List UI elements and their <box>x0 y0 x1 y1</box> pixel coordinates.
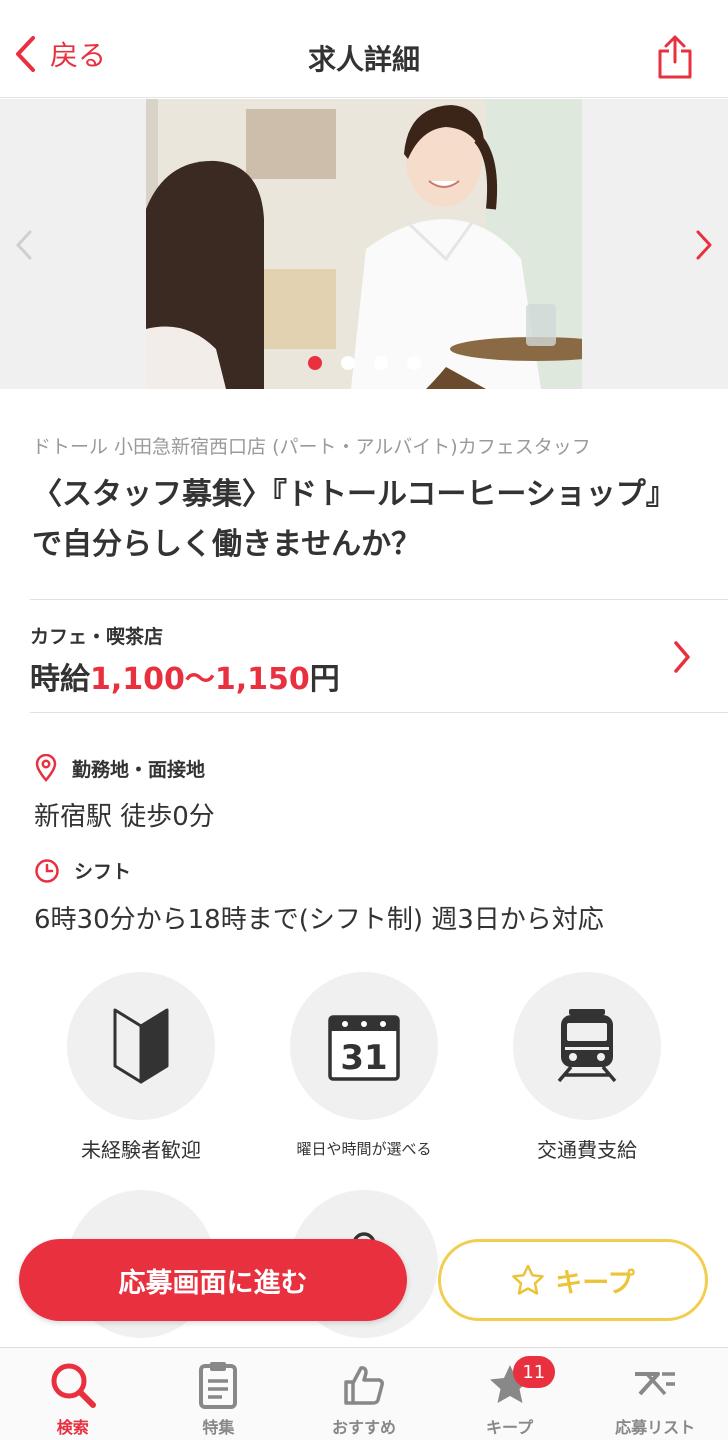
wage-amount: 1,100〜1,150 <box>90 662 310 697</box>
wage-suffix: 円 <box>309 662 340 697</box>
share-button[interactable] <box>656 34 694 84</box>
calendar-icon: 31 <box>328 1015 400 1081</box>
wage-prefix: 時給 <box>30 662 90 697</box>
tab-features[interactable]: 特集 <box>146 1348 292 1440</box>
feature-label: 未経験者歓迎 <box>81 1138 201 1162</box>
shift-label-text: シフト <box>74 861 132 883</box>
tab-label: 特集 <box>202 1418 235 1437</box>
wage-text: 時給1,100〜1,150円 <box>30 654 340 698</box>
feature-flexible-schedule: 31 曜日や時間が選べる <box>290 972 438 1159</box>
location-value: 新宿駅 徒歩0分 <box>34 802 215 832</box>
tab-recommended[interactable]: おすすめ <box>291 1348 437 1440</box>
apply-button[interactable]: 応募画面に進む <box>19 1239 407 1321</box>
wage-section[interactable]: カフェ・喫茶店 時給1,100〜1,150円 <box>30 599 728 713</box>
train-icon <box>557 1009 617 1083</box>
carousel-dot[interactable] <box>341 356 355 370</box>
page-title: 求人詳細 <box>307 43 420 76</box>
shift-value: 6時30分から18時まで(シフト制) 週3日から対応 <box>34 905 604 935</box>
tab-keep[interactable]: キープ 11 <box>437 1348 583 1440</box>
tab-label: おすすめ <box>331 1418 396 1437</box>
feature-beginner-welcome: 未経験者歓迎 <box>67 972 215 1163</box>
feature-transport-paid: 交通費支給 <box>513 972 661 1163</box>
job-headline: 〈スタッフ募集〉『ドトールコーヒーショップ』で自分らしく働きませんか？ <box>32 477 676 562</box>
clock-icon <box>35 858 59 883</box>
thumbs-up-icon <box>344 1366 384 1405</box>
apply-list-icon <box>635 1372 676 1396</box>
feature-label: 曜日や時間が選べる <box>296 1140 432 1158</box>
star-outline-icon <box>512 1264 545 1295</box>
location-label: 勤務地・面接地 <box>34 754 205 782</box>
job-category: カフェ・喫茶店 <box>30 626 164 648</box>
keep-count-badge: 11 <box>512 1356 555 1388</box>
carousel-pagination <box>308 356 421 370</box>
carousel-dot[interactable] <box>407 356 421 370</box>
beginner-mark-icon <box>113 1008 169 1084</box>
photo-carousel[interactable] <box>0 99 728 389</box>
shift-label: シフト <box>34 857 131 884</box>
company-name: ドトール 小田急新宿西口店 (パート・アルバイト)カフェスタッフ <box>32 436 591 458</box>
calendar-day: 31 <box>340 1038 387 1078</box>
location-pin-icon <box>35 754 57 782</box>
carousel-prev-icon[interactable] <box>14 229 34 261</box>
share-icon <box>658 35 692 79</box>
tab-search[interactable]: 検索 <box>0 1348 146 1440</box>
feature-label: 交通費支給 <box>537 1138 637 1162</box>
job-photo <box>146 99 582 389</box>
search-icon <box>51 1363 96 1408</box>
bottom-tab-bar: 検索 特集 おすすめ キープ 11 応募リスト <box>0 1347 728 1440</box>
carousel-next-icon[interactable] <box>694 229 714 261</box>
nav-header: 戻る 求人詳細 <box>0 0 728 98</box>
tab-label: キープ <box>486 1418 534 1437</box>
location-label-text: 勤務地・面接地 <box>72 758 206 781</box>
keep-button[interactable]: キープ <box>438 1239 708 1321</box>
clipboard-icon <box>199 1362 238 1409</box>
keep-label: キープ <box>555 1267 635 1299</box>
chevron-right-icon <box>674 641 690 673</box>
tab-application-list[interactable]: 応募リスト <box>582 1348 728 1440</box>
carousel-dot[interactable] <box>374 356 388 370</box>
tab-label: 応募リスト <box>615 1418 696 1437</box>
carousel-dot[interactable] <box>308 356 322 370</box>
tab-label: 検索 <box>56 1418 89 1437</box>
